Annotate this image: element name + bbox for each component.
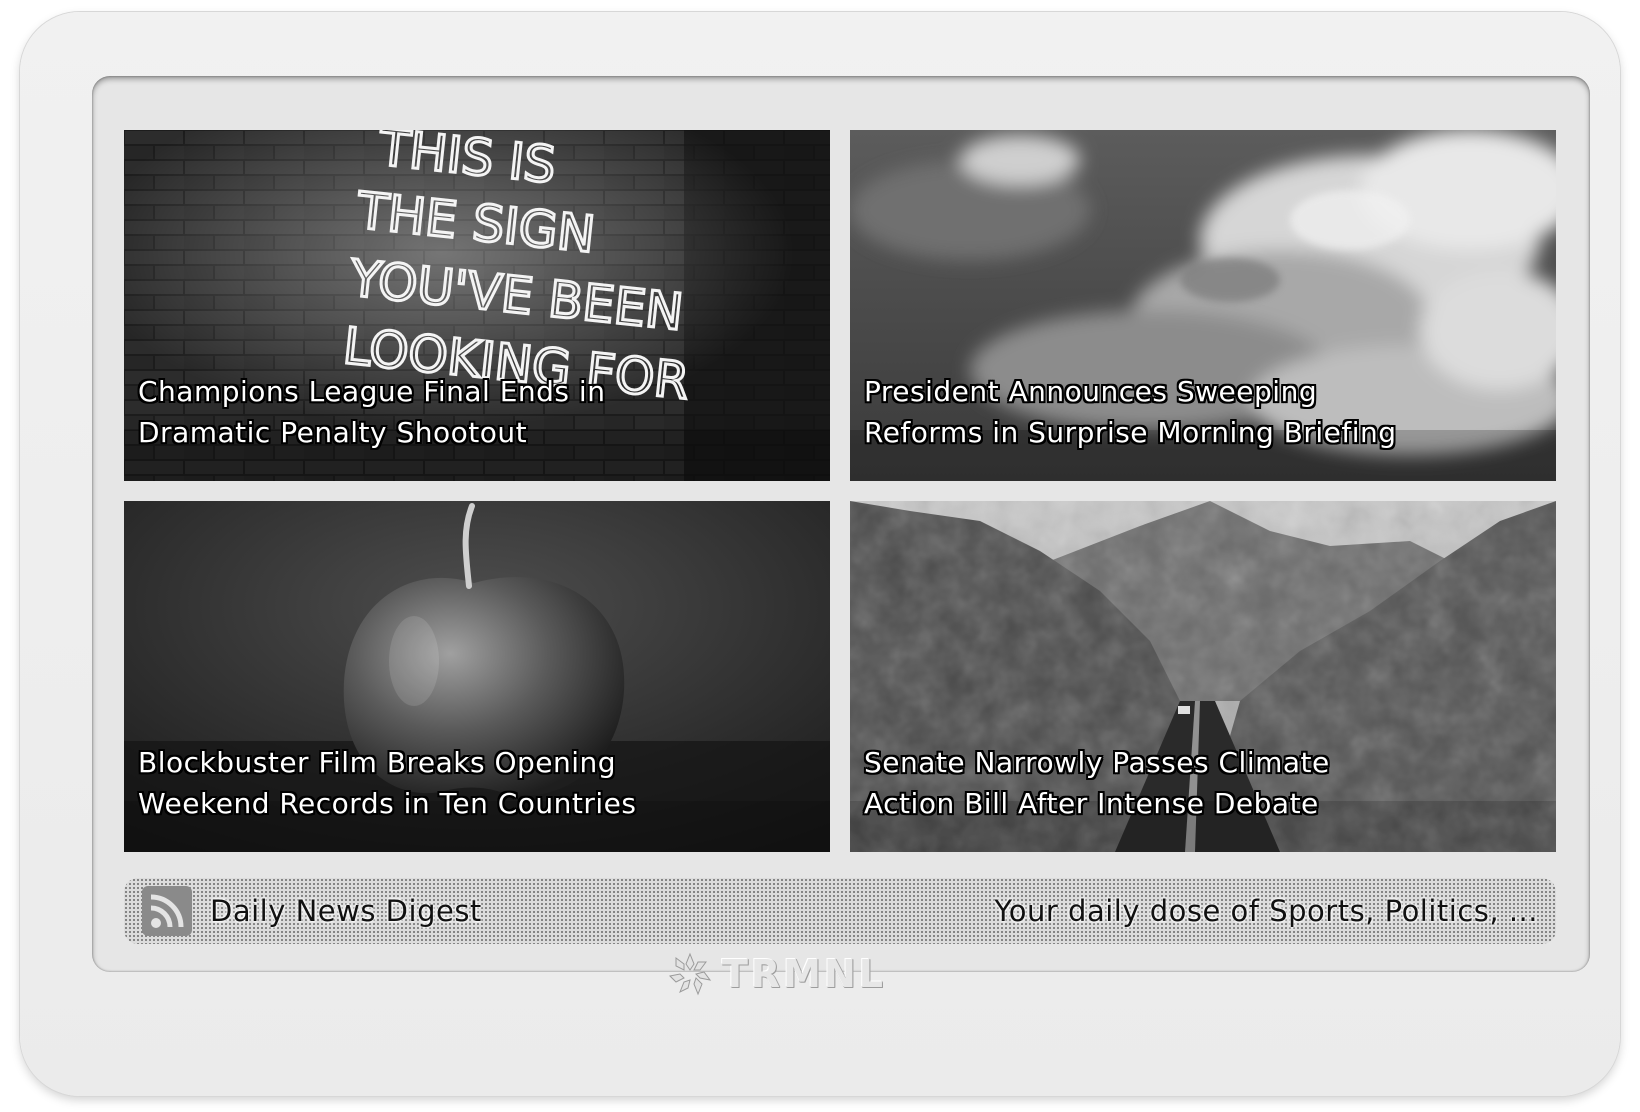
brand-logo: TRMNL [668, 952, 886, 996]
headline-line: Reforms in Surprise Morning Briefing [864, 416, 1397, 449]
e-ink-screen: THIS IS THE SIGN YOU'VE BEEN LOOKING FOR… [92, 76, 1590, 972]
article-headline-4: Senate Narrowly Passes Climate Action Bi… [864, 742, 1484, 824]
headline-line: Champions League Final Ends in [138, 375, 606, 408]
headline-line: Blockbuster Film Breaks Opening [138, 746, 617, 779]
device-frame: THIS IS THE SIGN YOU'VE BEEN LOOKING FOR… [20, 12, 1620, 1096]
headline-line: Action Bill After Intense Debate [864, 787, 1319, 820]
article-card-1[interactable]: THIS IS THE SIGN YOU'VE BEEN LOOKING FOR… [124, 130, 830, 481]
plugin-title: Daily News Digest [210, 894, 482, 928]
plugin-description: Your daily dose of Sports, Politics, ... [994, 894, 1538, 928]
title-bar: Daily News Digest Your daily dose of Spo… [124, 878, 1556, 944]
headline-line: Senate Narrowly Passes Climate [864, 746, 1330, 779]
article-card-3[interactable]: Blockbuster Film Breaks Opening Weekend … [124, 501, 830, 852]
article-headline-1: Champions League Final Ends in Dramatic … [138, 371, 758, 453]
article-headline-3: Blockbuster Film Breaks Opening Weekend … [138, 742, 758, 824]
trmnl-logo-icon [668, 952, 712, 996]
article-card-4[interactable]: Senate Narrowly Passes Climate Action Bi… [850, 501, 1556, 852]
rss-icon [142, 886, 192, 936]
article-card-2[interactable]: President Announces Sweeping Reforms in … [850, 130, 1556, 481]
headline-line: Weekend Records in Ten Countries [138, 787, 637, 820]
brand-name: TRMNL [722, 952, 887, 996]
headline-line: Dramatic Penalty Shootout [138, 416, 528, 449]
article-headline-2: President Announces Sweeping Reforms in … [864, 371, 1484, 453]
headline-line: President Announces Sweeping [864, 375, 1318, 408]
